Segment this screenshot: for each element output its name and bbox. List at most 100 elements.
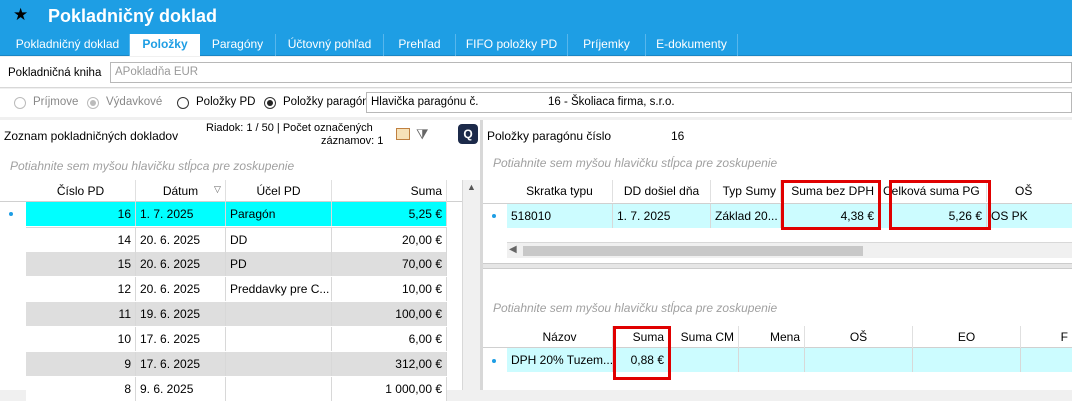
cell-datum: 20. 6. 2025 [136, 252, 226, 276]
cell-ucel [226, 327, 332, 351]
cell-cislo: 9 [26, 352, 136, 376]
paragon-items-panel: Položky paragónu číslo 16 Potiahnite sem… [483, 120, 1072, 390]
cell-suma: 5,25 € [332, 202, 447, 226]
cell-ucel: PD [226, 252, 332, 276]
group-hint: Potiahnite sem myšou hlavičku stĺpca pre… [10, 159, 295, 173]
table-row[interactable]: DPH 20% Tuzem... 0,88 € [507, 348, 1072, 372]
sort-down-icon: ▽ [214, 184, 221, 194]
items-hscrollbar[interactable]: ◀ [507, 242, 1072, 258]
group-hint-bottom: Potiahnite sem myšou hlavičku stĺpca pre… [493, 301, 778, 315]
tab-e-dokumenty[interactable]: E-dokumenty [646, 34, 738, 56]
vydavkove-radio[interactable] [87, 97, 99, 109]
cell-cislo: 8 [26, 377, 136, 401]
cell-cislo: 10 [26, 327, 136, 351]
prijmove-radio[interactable] [14, 97, 26, 109]
table-row[interactable]: 10 17. 6. 2025 6,00 € [26, 327, 447, 351]
cell-os: OS PK [991, 209, 1028, 223]
polozky-paragonu-label: Položky paragónu [283, 96, 376, 108]
col-os[interactable]: OŠ [805, 326, 913, 348]
cell-dd-dosiel: 1. 7. 2025 [613, 204, 711, 228]
col-nazov[interactable]: Názov [507, 326, 613, 348]
title-bar: ★ Pokladničný doklad [0, 0, 1072, 32]
table-row[interactable]: 9 17. 6. 2025 312,00 € [26, 352, 447, 376]
cell-suma: 100,00 € [332, 302, 447, 326]
cell-datum: 17. 6. 2025 [136, 352, 226, 376]
highlight-suma-bez-dph [781, 180, 881, 230]
col-cislo-pd[interactable]: Číslo PD [26, 180, 136, 202]
col-dd-dosiel[interactable]: DD došiel dňa [613, 180, 711, 202]
cell-os [805, 348, 913, 372]
favorite-star-icon[interactable]: ★ [13, 5, 28, 25]
polozky-pd-radio[interactable] [177, 97, 189, 109]
table-row[interactable]: 8 9. 6. 2025 1 000,00 € [26, 377, 447, 401]
paragon-header-select[interactable]: Hlavička paragónu č. 16 - Školiaca firma… [366, 92, 1072, 113]
tab-uctovny-pohlad[interactable]: Účtovný pohľad [276, 34, 384, 56]
cell-datum: 1. 7. 2025 [136, 202, 226, 226]
scroll-up-icon[interactable]: ▲ [467, 182, 476, 192]
polozky-paragonu-radio[interactable] [264, 97, 276, 109]
doc-grid-header: Číslo PD Dátum ▽ Účel PD Suma [0, 180, 462, 202]
group-hint-top: Potiahnite sem myšou hlavičku stĺpca pre… [493, 156, 778, 170]
cell-datum: 17. 6. 2025 [136, 327, 226, 351]
tab-polozky[interactable]: Položky [130, 34, 200, 56]
table-row[interactable]: 15 20. 6. 2025 PD 70,00 € [26, 252, 447, 276]
book-label: Pokladničná kniha [8, 67, 102, 79]
cell-ucel [226, 352, 332, 376]
col-os[interactable]: OŠ [987, 180, 1072, 202]
filter-icon[interactable]: ⧩ [416, 126, 429, 143]
table-row[interactable]: 14 20. 6. 2025 DD 20,00 € [26, 227, 447, 252]
current-row-indicator [9, 212, 13, 216]
tab-paragony[interactable]: Paragóny [200, 34, 276, 56]
table-row[interactable]: 11 19. 6. 2025 100,00 € [26, 302, 447, 326]
col-f[interactable]: F [1021, 326, 1072, 348]
scroll-thumb[interactable] [523, 246, 863, 256]
cell-skratka: 518010 [507, 204, 613, 228]
tab-prijemky[interactable]: Príjemky [568, 34, 646, 56]
col-datum[interactable]: Dátum [136, 180, 226, 202]
highlight-celkova-suma [889, 180, 991, 230]
book-input[interactable]: APokladňa EUR [110, 62, 1072, 83]
col-ucel-pd[interactable]: Účel PD [226, 180, 332, 202]
tab-prehlad[interactable]: Prehľad [384, 34, 456, 56]
current-row-indicator [492, 214, 496, 218]
vat-grid-header: Názov Suma Suma CM Mena OŠ EO F [483, 326, 1072, 348]
highlight-suma [613, 326, 671, 380]
cell-typ-sumy: Základ 20... [711, 204, 781, 228]
cell-suma: 1 000,00 € [332, 377, 447, 401]
cell-ucel [226, 377, 332, 401]
col-typ-sumy[interactable]: Typ Sumy [711, 180, 781, 202]
cell-mena [739, 348, 805, 372]
refresh-icon[interactable]: Q [458, 124, 478, 144]
cell-eo [913, 348, 1021, 372]
col-eo[interactable]: EO [913, 326, 1021, 348]
col-skratka-typu[interactable]: Skratka typu [507, 180, 613, 202]
row-status-line2: záznamov: 1 [321, 135, 384, 147]
cell-datum: 19. 6. 2025 [136, 302, 226, 326]
table-row[interactable]: 12 20. 6. 2025 Preddavky pre C... 10,00 … [26, 277, 447, 301]
cell-f [1021, 348, 1072, 372]
cell-ucel [226, 302, 332, 326]
doc-grid-scrollbar[interactable]: ▲ [462, 180, 480, 390]
cell-suma: 20,00 € [332, 228, 447, 252]
paragon-items-title: Položky paragónu číslo [487, 129, 612, 143]
cell-cislo: 16 [26, 202, 136, 226]
col-suma-cm[interactable]: Suma CM [669, 326, 739, 348]
tab-bar: Pokladničný doklad Položky Paragóny Účto… [0, 32, 1072, 56]
cell-suma: 10,00 € [332, 277, 447, 301]
cell-suma: 6,00 € [332, 327, 447, 351]
table-row[interactable]: 16 1. 7. 2025 Paragón 5,25 € [26, 202, 447, 226]
inner-splitter[interactable] [483, 263, 1072, 269]
scroll-left-icon[interactable]: ◀ [509, 244, 517, 255]
vydavkove-label: Výdavkové [106, 96, 163, 108]
export-icon[interactable] [396, 128, 410, 140]
tab-fifo-polozky[interactable]: FIFO položky PD [456, 34, 568, 56]
cell-cislo: 15 [26, 252, 136, 276]
paragon-number: 16 [671, 129, 685, 143]
paragon-header-value: 16 - Školiaca firma, s.r.o. [548, 96, 675, 108]
tab-pokladnicny-doklad[interactable]: Pokladničný doklad [6, 34, 130, 56]
cell-cislo: 12 [26, 277, 136, 301]
cell-datum: 9. 6. 2025 [136, 377, 226, 401]
col-suma[interactable]: Suma [332, 180, 447, 202]
current-row-indicator [492, 359, 496, 363]
col-mena[interactable]: Mena [739, 326, 805, 348]
